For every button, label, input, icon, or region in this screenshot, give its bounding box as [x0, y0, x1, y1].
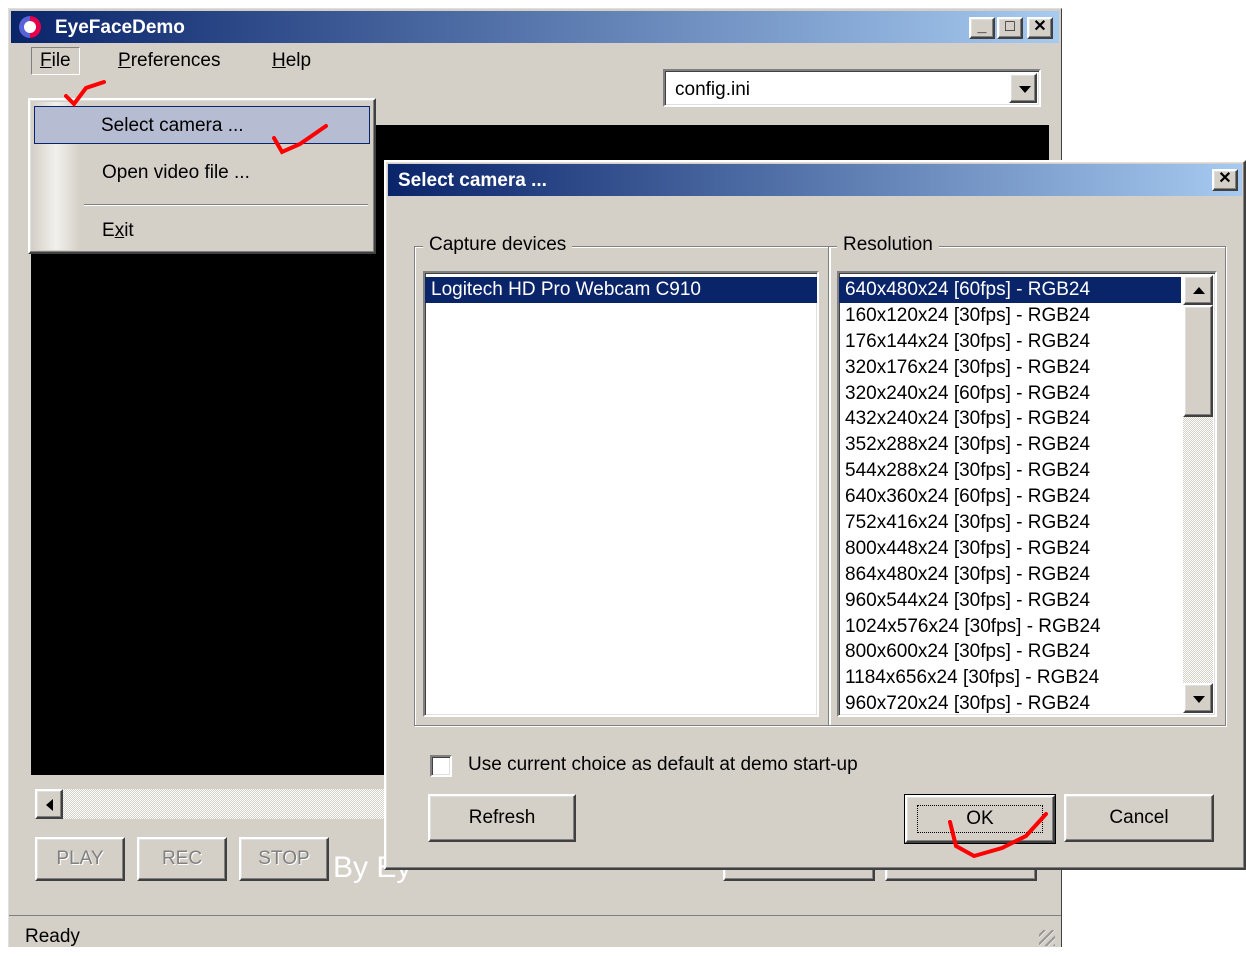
- resolution-item[interactable]: 752x416x24 [30fps] - RGB24: [839, 510, 1181, 536]
- resolution-legend: Resolution: [837, 234, 939, 256]
- menu-preferences-label: references: [130, 50, 221, 71]
- ok-button-face: OK: [905, 795, 1055, 843]
- default-choice-checkbox[interactable]: [430, 755, 452, 777]
- resolution-item[interactable]: 320x240x24 [60fps] - RGB24: [839, 381, 1181, 407]
- menu-separator: [84, 204, 368, 206]
- menu-item-label: Select camera ...: [101, 115, 244, 136]
- menu-file[interactable]: File: [31, 47, 80, 75]
- config-select[interactable]: config.ini: [663, 69, 1041, 107]
- menu-help-mnemonic: H: [272, 50, 286, 71]
- resolution-item[interactable]: 352x288x24 [30fps] - RGB24: [839, 432, 1181, 458]
- menu-help-label: elp: [285, 50, 312, 71]
- exit-suffix: it: [124, 220, 134, 241]
- menu-preferences[interactable]: Preferences: [109, 47, 229, 75]
- arrow-up-icon: [1193, 287, 1205, 294]
- menu-file-mnemonic: F: [40, 50, 52, 71]
- play-button[interactable]: PLAY: [35, 837, 125, 881]
- resolution-item[interactable]: 1024x576x24 [30fps] - RGB24: [839, 614, 1181, 640]
- capture-devices-group: Capture devices Logitech HD Pro Webcam C…: [414, 234, 830, 726]
- window-title: EyeFaceDemo: [55, 17, 185, 38]
- capture-devices-legend: Capture devices: [423, 234, 573, 256]
- minimize-button[interactable]: _: [969, 17, 995, 39]
- focus-ring: [917, 805, 1043, 833]
- resolution-item[interactable]: 960x720x24 [30fps] - RGB24: [839, 691, 1181, 715]
- default-choice-label[interactable]: Use current choice as default at demo st…: [468, 754, 858, 776]
- menu-item-label: Exit: [102, 220, 134, 242]
- title-bar[interactable]: EyeFaceDemo _ □ ✕: [11, 11, 1059, 43]
- menu-item-open-video-file[interactable]: Open video file ...: [30, 154, 374, 192]
- rec-button[interactable]: REC: [137, 837, 227, 881]
- menu-help[interactable]: Help: [263, 47, 320, 75]
- resolution-item[interactable]: 640x480x24 [60fps] - RGB24: [839, 277, 1181, 303]
- arrow-down-icon: [1193, 696, 1205, 703]
- menu-file-label: ile: [51, 50, 71, 71]
- scroll-thumb[interactable]: [1183, 305, 1213, 417]
- resolution-item[interactable]: 320x176x24 [30fps] - RGB24: [839, 355, 1181, 381]
- arrow-left-icon: [46, 799, 53, 811]
- resize-grip-icon[interactable]: [1039, 930, 1055, 946]
- resolution-group: Resolution 640x480x24 [60fps] - RGB24 160…: [828, 234, 1226, 726]
- refresh-button[interactable]: Refresh: [428, 794, 576, 842]
- resolution-item[interactable]: 176x144x24 [30fps] - RGB24: [839, 329, 1181, 355]
- resolution-item[interactable]: 160x120x24 [30fps] - RGB24: [839, 303, 1181, 329]
- close-button[interactable]: ✕: [1027, 17, 1053, 39]
- dialog-close-button[interactable]: ✕: [1212, 169, 1238, 191]
- stop-button[interactable]: STOP: [239, 837, 329, 881]
- app-logo-icon: [19, 16, 41, 38]
- ok-button[interactable]: OK: [904, 794, 1056, 844]
- resolution-item[interactable]: 864x480x24 [30fps] - RGB24: [839, 562, 1181, 588]
- file-menu: Select camera ... Open video file ... Ex…: [28, 98, 376, 254]
- resolution-item[interactable]: 640x360x24 [60fps] - RGB24: [839, 484, 1181, 510]
- config-select-value: config.ini: [675, 79, 750, 100]
- menu-preferences-mnemonic: P: [118, 50, 131, 71]
- resolution-item[interactable]: 544x288x24 [30fps] - RGB24: [839, 458, 1181, 484]
- dialog-title-bar[interactable]: Select camera ... ✕: [388, 164, 1242, 196]
- menu-item-exit[interactable]: Exit: [30, 212, 374, 250]
- menu-item-select-camera[interactable]: Select camera ...: [34, 106, 370, 144]
- scroll-down-button[interactable]: [1183, 683, 1213, 713]
- exit-mnemonic: x: [114, 220, 125, 241]
- maximize-button[interactable]: □: [997, 17, 1023, 39]
- config-select-arrow[interactable]: [1009, 73, 1037, 103]
- select-camera-dialog: Select camera ... ✕ Capture devices Logi…: [384, 160, 1246, 870]
- scroll-left-button[interactable]: [35, 789, 63, 819]
- cancel-button[interactable]: Cancel: [1064, 794, 1214, 842]
- capture-devices-list[interactable]: Logitech HD Pro Webcam C910: [423, 271, 819, 717]
- status-text: Ready: [25, 926, 80, 947]
- capture-device-item[interactable]: Logitech HD Pro Webcam C910: [425, 277, 817, 303]
- resolution-item[interactable]: 800x448x24 [30fps] - RGB24: [839, 536, 1181, 562]
- exit-prefix: E: [102, 220, 115, 241]
- resolution-item[interactable]: 1184x656x24 [30fps] - RGB24: [839, 665, 1181, 691]
- horizontal-scrollbar[interactable]: [35, 789, 395, 819]
- resolution-item[interactable]: 960x544x24 [30fps] - RGB24: [839, 588, 1181, 614]
- menu-item-label: Open video file ...: [102, 162, 250, 183]
- resolution-list[interactable]: 640x480x24 [60fps] - RGB24 160x120x24 [30…: [837, 271, 1217, 717]
- dialog-title: Select camera ...: [398, 170, 547, 191]
- status-bar: Ready: [9, 915, 1061, 956]
- scroll-up-button[interactable]: [1183, 275, 1213, 305]
- resolution-scrollbar[interactable]: [1183, 275, 1213, 713]
- chevron-down-icon: [1019, 86, 1031, 93]
- resolution-item[interactable]: 800x600x24 [30fps] - RGB24: [839, 639, 1181, 665]
- resolution-item[interactable]: 432x240x24 [30fps] - RGB24: [839, 406, 1181, 432]
